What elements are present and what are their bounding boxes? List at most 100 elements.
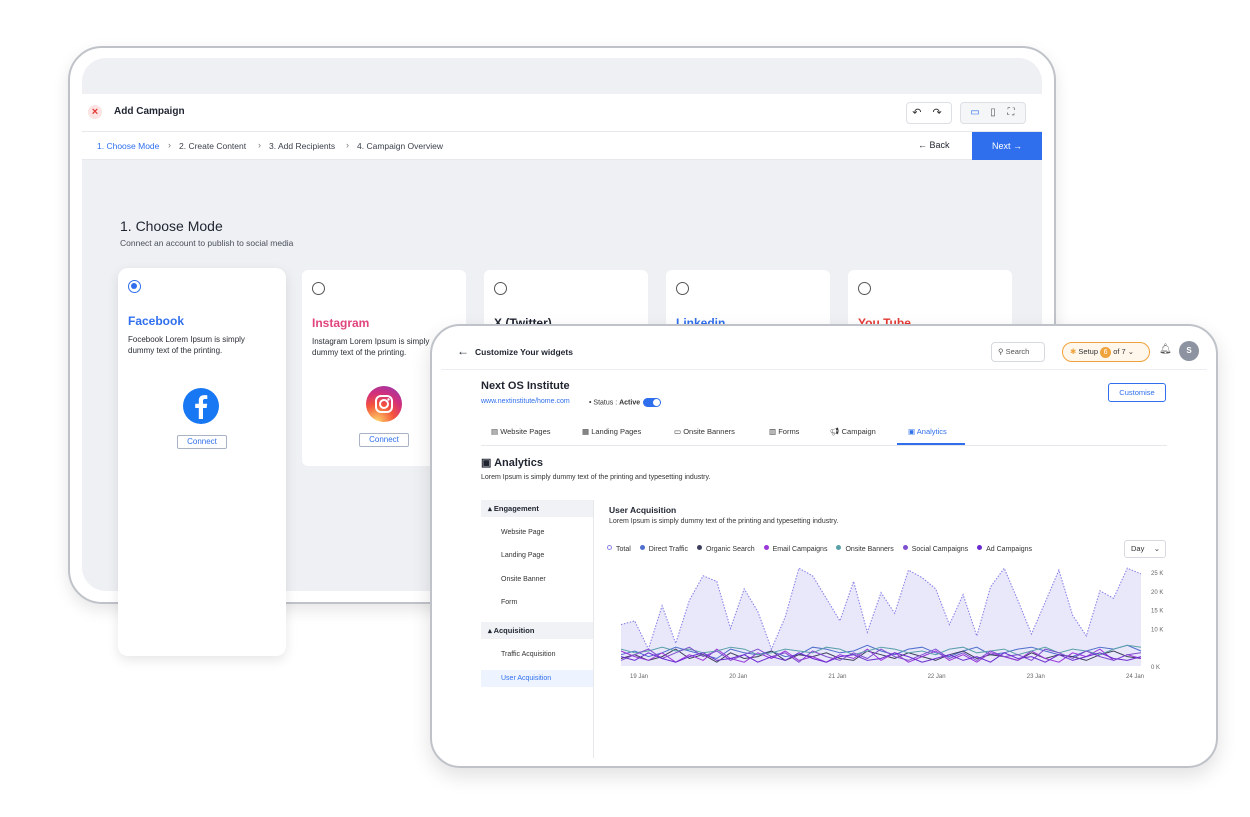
sidebar-item-traffic-acquisition[interactable]: Traffic Acquisition (481, 646, 593, 663)
legend-dot (903, 545, 908, 550)
legend-item[interactable]: Organic Search (697, 545, 755, 553)
sidebar-divider (593, 500, 594, 758)
tablet-view-icon[interactable]: ▯ (984, 103, 1002, 123)
step-add-recipients[interactable]: 3. Add Recipients (269, 141, 335, 151)
back-button[interactable]: ← Back (918, 140, 950, 150)
y-tick-label: 10 K (1151, 627, 1163, 633)
legend-label: Onsite Banners (845, 546, 893, 553)
desktop-view-icon[interactable]: ▭ (966, 103, 984, 123)
analytics-icon: ▣ (908, 427, 915, 436)
bell-icon[interactable]: 🔔︎ (1159, 344, 1172, 355)
active-tab-underline (897, 443, 965, 445)
status-value: Active (619, 399, 640, 406)
campaign-header: × Add Campaign ↶ ↷ ▭▯⛶ (82, 94, 1042, 132)
chevron-right-icon: › (258, 140, 261, 150)
undo-redo-buttons[interactable]: ↶ ↷ (906, 102, 952, 124)
tab-label: Landing Pages (591, 427, 641, 436)
step-campaign-overview[interactable]: 4. Campaign Overview (357, 141, 443, 151)
y-tick-label: 25 K (1151, 571, 1163, 577)
instagram-name: Instagram (312, 316, 369, 330)
legend-item[interactable]: Social Campaigns (903, 545, 968, 553)
legend-label: Total (616, 546, 631, 553)
tab-landing-pages[interactable]: ▦ Landing Pages (582, 427, 641, 436)
facebook-icon (183, 388, 219, 424)
sidebar-section-acquisition[interactable]: ▴ Acquisition (481, 622, 593, 639)
tab-onsite-banners[interactable]: ▭ Onsite Banners (674, 427, 735, 436)
step-breadcrumb: 1. Choose Mode › 2. Create Content › 3. … (82, 132, 1042, 160)
campaign-title: Add Campaign (114, 106, 185, 117)
legend-label: Ad Campaigns (986, 546, 1032, 553)
fullscreen-icon[interactable]: ⛶ (1002, 103, 1020, 123)
legend-label: Email Campaigns (773, 546, 828, 553)
tab-label: Campaign (842, 427, 876, 436)
range-select[interactable]: Day ⌄ (1124, 540, 1166, 558)
panel-subtitle: Lorem Ipsum is simply dummy text of the … (609, 518, 838, 525)
gear-icon: ✱ (1070, 347, 1076, 356)
view-mode-switcher[interactable]: ▭▯⛶ (960, 102, 1026, 124)
twitter-radio[interactable] (494, 282, 507, 295)
search-button[interactable]: ⚲ Search (991, 342, 1045, 362)
x-tick-label: 22 Jan (928, 674, 946, 680)
sidebar-item-website-page[interactable]: Website Page (481, 524, 593, 541)
tab-forms[interactable]: ▥ Forms (769, 427, 799, 436)
x-tick-label: 19 Jan (630, 674, 648, 680)
facebook-connect-button[interactable]: Connect (177, 435, 227, 449)
tab-analytics[interactable]: ▣ Analytics (908, 427, 947, 436)
legend-dot (764, 545, 769, 550)
linkedin-radio[interactable] (676, 282, 689, 295)
range-select-value: Day (1131, 544, 1144, 553)
search-icon: ⚲ (998, 347, 1004, 356)
legend-dot (977, 545, 982, 550)
y-tick-label: 0 K (1151, 665, 1160, 671)
choose-mode-heading: 1. Choose Mode (120, 218, 223, 234)
step-choose-mode[interactable]: 1. Choose Mode (97, 141, 159, 151)
status-toggle[interactable] (643, 398, 661, 407)
customise-button[interactable]: Customise (1108, 383, 1166, 402)
org-url[interactable]: www.nextinstitute/home.com (481, 398, 570, 405)
setup-label: Setup (1078, 347, 1098, 356)
sidebar-item-user-acquisition[interactable]: User Acquisition (481, 670, 593, 687)
sidebar-item-onsite-banner[interactable]: Onsite Banner (481, 571, 593, 588)
user-acquisition-chart: 25 K20 K15 K10 K0 K19 Jan20 Jan21 Jan22 … (609, 566, 1169, 686)
tab-website-pages[interactable]: ▤ Website Pages (491, 427, 551, 436)
status-row: • Status : Active (589, 398, 661, 407)
screen-top-bar (82, 58, 1042, 94)
legend-item[interactable]: Onsite Banners (836, 545, 893, 553)
step-create-content[interactable]: 2. Create Content (179, 141, 246, 151)
x-tick-label: 20 Jan (729, 674, 747, 680)
megaphone-icon: 📢︎ (830, 427, 840, 436)
instagram-icon (366, 386, 402, 422)
legend-item[interactable]: Ad Campaigns (977, 545, 1032, 553)
legend-item[interactable]: Direct Traffic (640, 545, 688, 553)
chart-legend: Total Direct Traffic Organic Search Email C… (607, 545, 1041, 553)
setup-progress-badge[interactable]: ✱ Setup 6 of 7 ⌄ (1062, 342, 1150, 362)
caret-up-icon: ▴ (488, 626, 492, 635)
widgets-screen: ← Customize Your widgets ⚲ Search ✱ Setu… (441, 334, 1207, 758)
sidebar-item-landing-page[interactable]: Landing Page (481, 547, 593, 564)
close-icon[interactable]: × (88, 105, 102, 119)
status-label: Status : (593, 399, 617, 406)
sidebar-section-engagement[interactable]: ▴ Engagement (481, 500, 593, 517)
org-name: Next OS Institute (481, 380, 570, 392)
tab-campaign[interactable]: 📢︎ Campaign (830, 427, 876, 436)
facebook-card[interactable]: Facebook Focebook Lorem Ipsum is simply … (118, 268, 286, 656)
back-arrow-icon[interactable]: ← (457, 344, 469, 358)
x-tick-label: 24 Jan (1126, 674, 1144, 680)
facebook-radio[interactable] (128, 280, 141, 293)
choose-mode-subheading: Connect an account to publish to social … (120, 238, 293, 248)
y-tick-label: 20 K (1151, 590, 1163, 596)
legend-item[interactable]: Email Campaigns (764, 545, 828, 553)
youtube-radio[interactable] (858, 282, 871, 295)
legend-item[interactable]: Total (607, 545, 631, 553)
legend-dot (697, 545, 702, 550)
sidebar-item-form[interactable]: Form (481, 594, 593, 611)
next-button[interactable]: Next → (972, 132, 1042, 160)
legend-label: Organic Search (706, 546, 755, 553)
instagram-radio[interactable] (312, 282, 325, 295)
tab-label: Website Pages (500, 427, 550, 436)
avatar[interactable]: S (1179, 341, 1199, 361)
facebook-desc: Focebook Lorem Ipsum is simply dummy tex… (128, 334, 268, 356)
search-label: Search (1006, 347, 1030, 356)
x-tick-label: 21 Jan (828, 674, 846, 680)
instagram-connect-button[interactable]: Connect (359, 433, 409, 447)
